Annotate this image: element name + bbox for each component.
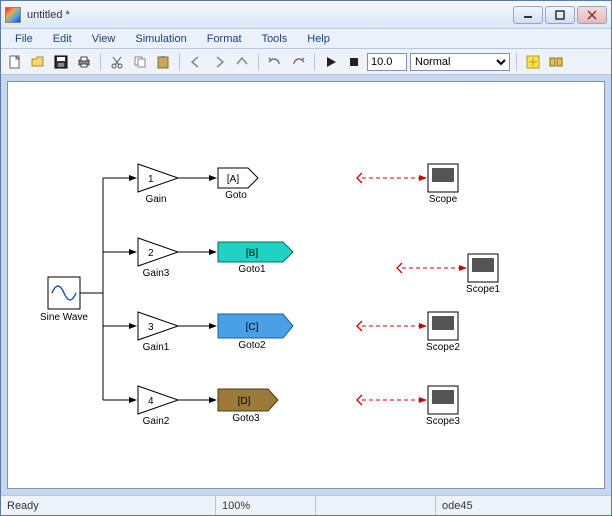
gain1-label: Gain1 (143, 342, 170, 353)
goto2-block[interactable]: [C] (218, 314, 293, 338)
svg-text:3: 3 (148, 322, 154, 333)
copy-button[interactable] (130, 52, 150, 72)
menu-bar: File Edit View Simulation Format Tools H… (1, 29, 611, 49)
stop-button[interactable] (344, 52, 364, 72)
library-button[interactable] (546, 52, 566, 72)
model-canvas[interactable]: 1 [A] 2 (7, 81, 605, 489)
app-icon (5, 7, 21, 23)
sine-label: Sine Wave (40, 312, 88, 323)
scope-block[interactable] (428, 164, 458, 192)
print-button[interactable] (74, 52, 94, 72)
status-solver: ode45 (436, 496, 611, 515)
title-bar: untitled * (1, 1, 611, 29)
goto3-label: Goto3 (232, 413, 259, 424)
gain2-block[interactable]: 4 (138, 386, 178, 414)
menu-view[interactable]: View (84, 31, 124, 47)
app-window: untitled * File Edit View Simulation For… (0, 0, 612, 516)
from-terminator-2 (397, 263, 402, 273)
svg-text:1: 1 (148, 174, 154, 185)
gain-block[interactable]: 1 (138, 164, 178, 192)
scope3-label: Scope3 (426, 416, 460, 427)
scope1-label: Scope1 (466, 284, 500, 295)
status-bar: Ready 100% ode45 (1, 495, 611, 515)
toolbar: Normal (1, 49, 611, 75)
goto2-label: Goto2 (238, 340, 265, 351)
back-button[interactable] (186, 52, 206, 72)
diagram-svg: 1 [A] 2 (8, 82, 605, 489)
run-button[interactable] (321, 52, 341, 72)
maximize-button[interactable] (545, 6, 575, 24)
status-empty (316, 496, 436, 515)
up-button[interactable] (232, 52, 252, 72)
from-terminator-4 (357, 395, 362, 405)
goto-label: Goto (225, 190, 247, 201)
from-terminator-3 (357, 321, 362, 331)
menu-help[interactable]: Help (299, 31, 338, 47)
menu-simulation[interactable]: Simulation (127, 31, 194, 47)
svg-text:[D]: [D] (238, 396, 251, 407)
gain2-label: Gain2 (143, 416, 170, 427)
build-button[interactable] (523, 52, 543, 72)
window-title: untitled * (27, 9, 70, 21)
menu-edit[interactable]: Edit (45, 31, 80, 47)
goto1-label: Goto1 (238, 264, 265, 275)
status-ready: Ready (1, 496, 216, 515)
minimize-button[interactable] (513, 6, 543, 24)
gain3-block[interactable]: 2 (138, 238, 178, 266)
goto1-block[interactable]: [B] (218, 242, 293, 262)
stop-time-input[interactable] (367, 53, 407, 71)
simulation-mode-select[interactable]: Normal (410, 53, 510, 71)
gain3-label: Gain3 (143, 268, 170, 279)
menu-file[interactable]: File (7, 31, 41, 47)
close-button[interactable] (577, 6, 607, 24)
svg-text:2: 2 (148, 248, 154, 259)
scope2-block[interactable] (428, 312, 458, 340)
scope2-label: Scope2 (426, 342, 460, 353)
svg-text:[B]: [B] (246, 248, 258, 259)
cut-button[interactable] (107, 52, 127, 72)
gain-label: Gain (145, 194, 166, 205)
save-button[interactable] (51, 52, 71, 72)
gain1-block[interactable]: 3 (138, 312, 178, 340)
goto3-block[interactable]: [D] (218, 389, 278, 411)
menu-format[interactable]: Format (199, 31, 250, 47)
paste-button[interactable] (153, 52, 173, 72)
svg-text:4: 4 (148, 396, 154, 407)
redo-button[interactable] (288, 52, 308, 72)
status-zoom: 100% (216, 496, 316, 515)
undo-button[interactable] (265, 52, 285, 72)
svg-text:[C]: [C] (246, 322, 259, 333)
sine-wave-block[interactable] (48, 277, 80, 309)
canvas-area: 1 [A] 2 (1, 75, 611, 495)
menu-tools[interactable]: Tools (254, 31, 296, 47)
new-button[interactable] (5, 52, 25, 72)
goto-block[interactable]: [A] (218, 168, 258, 188)
scope-label: Scope (429, 194, 457, 205)
open-button[interactable] (28, 52, 48, 72)
svg-text:[A]: [A] (227, 174, 239, 185)
forward-button[interactable] (209, 52, 229, 72)
scope1-block[interactable] (468, 254, 498, 282)
scope3-block[interactable] (428, 386, 458, 414)
from-terminator-1 (357, 173, 362, 183)
